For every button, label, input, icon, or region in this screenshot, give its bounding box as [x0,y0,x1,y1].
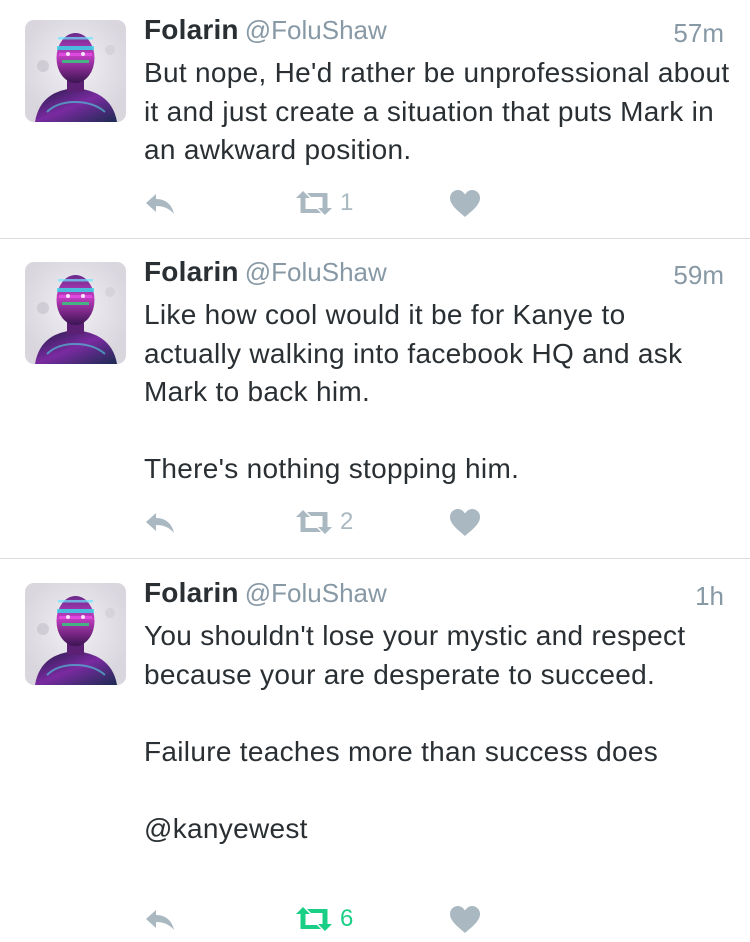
tweet-actions: 1 [144,186,544,220]
heart-icon [450,509,480,536]
tweet-text: But nope, He'd rather be unprofessional … [144,57,738,165]
tweet-text: Like how cool would it be for Kanye to a… [144,299,683,484]
retweet-count: 1 [340,189,354,216]
reply-button[interactable] [144,505,176,539]
author-handle[interactable]: @FoluShaw [245,578,387,608]
timestamp[interactable]: 57m [673,18,724,49]
author-handle[interactable]: @FoluShaw [245,257,387,287]
author-handle[interactable]: @FoluShaw [245,15,387,45]
like-button[interactable] [450,902,480,936]
author-name[interactable]: Folarin [144,256,239,287]
reply-button[interactable] [144,186,176,220]
reply-button[interactable] [144,902,176,936]
retweet-icon [294,190,334,216]
tweet[interactable]: Folarin @FoluShaw 1h You shouldn't lose y… [0,559,750,942]
retweet-icon [294,906,334,932]
retweet-count: 2 [340,508,354,535]
reply-icon [144,191,176,215]
like-button[interactable] [450,505,480,539]
author-name[interactable]: Folarin [144,577,239,608]
tweet-header: Folarin @FoluShaw 1h [144,577,724,615]
tweet-header: Folarin @FoluShaw 59m [144,256,724,294]
tweet-header: Folarin @FoluShaw 57m [144,14,724,52]
tweet-text: You shouldn't lose your mystic and respe… [144,620,686,844]
avatar[interactable] [25,583,126,685]
reply-icon [144,907,176,931]
timestamp[interactable]: 59m [673,260,724,291]
tweet-actions: 6 [144,902,544,936]
retweet-count: 6 [340,905,354,932]
heart-icon [450,906,480,933]
tweet-actions: 2 [144,505,544,539]
avatar[interactable] [25,20,126,122]
reply-icon [144,510,176,534]
avatar[interactable] [25,262,126,364]
like-button[interactable] [450,186,480,220]
tweet[interactable]: Folarin @FoluShaw 57m But nope, He'd rath… [0,0,750,238]
tweet[interactable]: Folarin @FoluShaw 59m Like how cool would… [0,239,750,558]
timestamp[interactable]: 1h [695,581,724,612]
retweet-button[interactable]: 1 [294,186,353,220]
retweet-icon [294,509,334,535]
retweet-button[interactable]: 2 [294,505,353,539]
retweet-button[interactable]: 6 [294,902,353,936]
author-name[interactable]: Folarin [144,14,239,45]
heart-icon [450,190,480,217]
